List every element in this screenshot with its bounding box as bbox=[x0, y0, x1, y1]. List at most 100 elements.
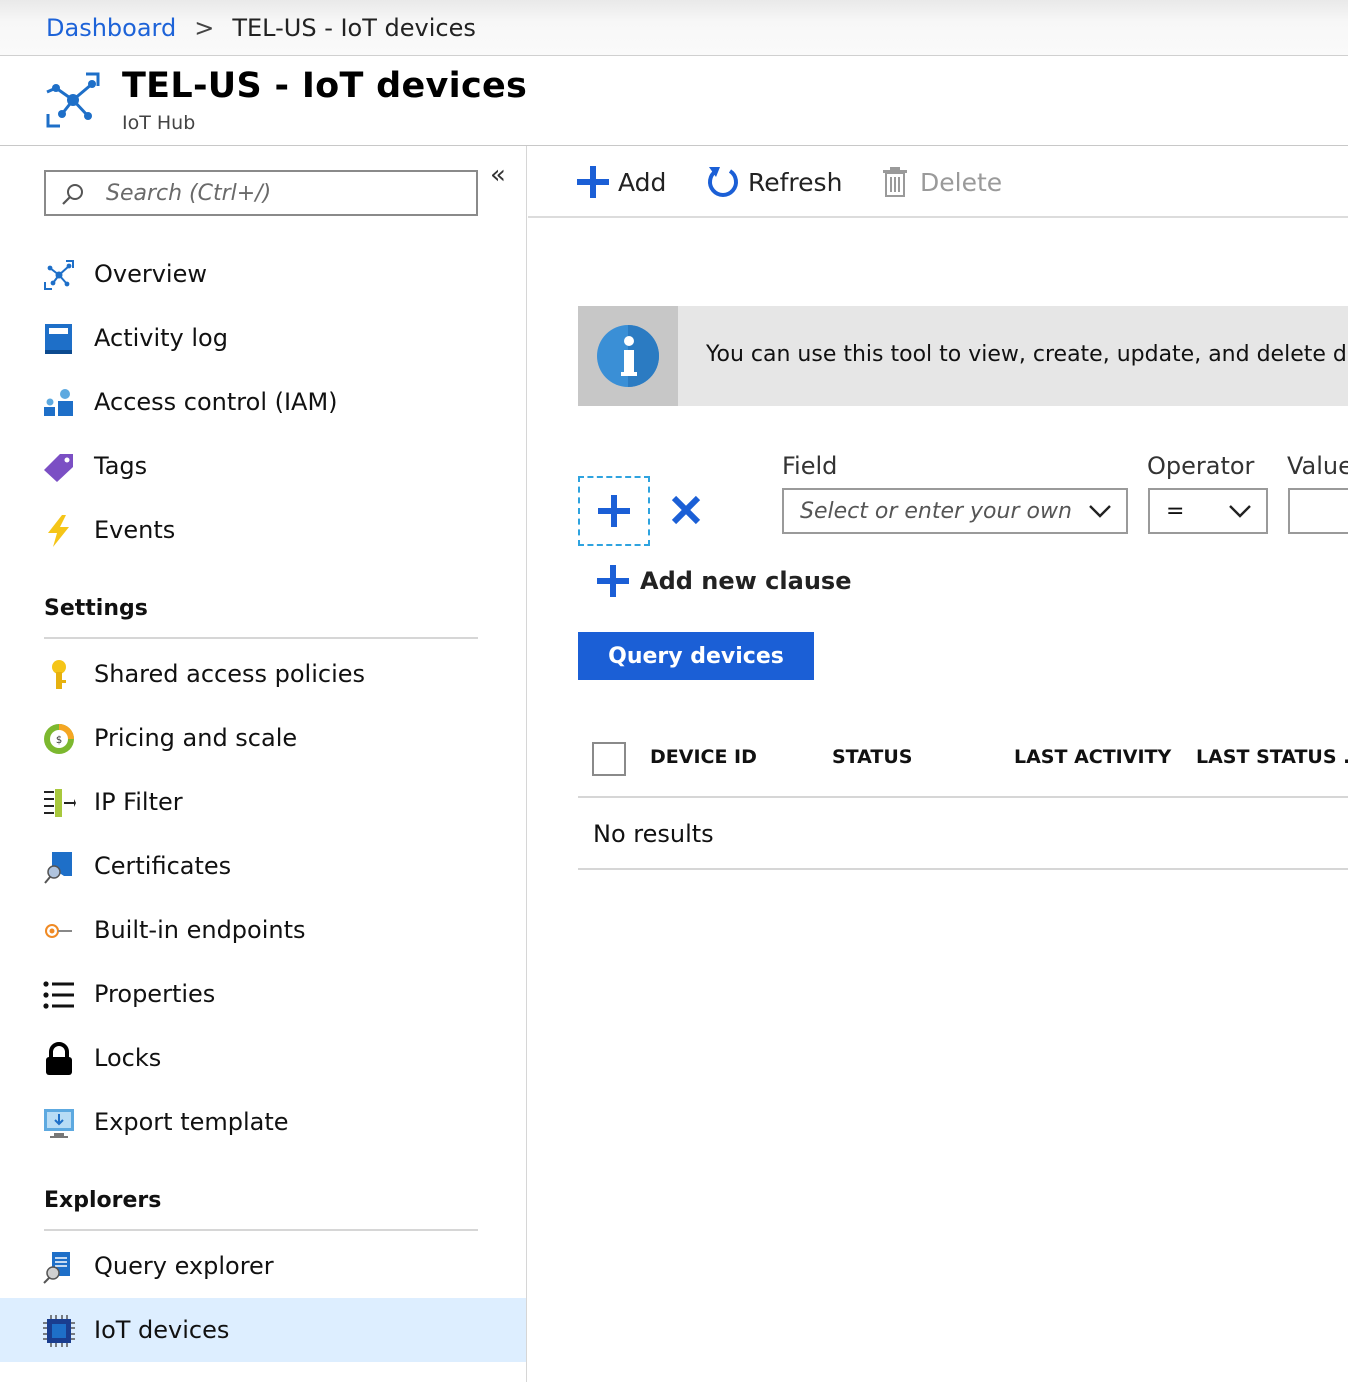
main-content: Add Refresh Delete You can use this tool… bbox=[528, 146, 1348, 1382]
add-new-clause-label: Add new clause bbox=[640, 567, 852, 595]
value-label: Value bbox=[1287, 452, 1348, 480]
chip-icon bbox=[43, 1315, 75, 1347]
delete-button-label: Delete bbox=[920, 167, 1003, 197]
certificate-icon bbox=[44, 852, 72, 884]
operator-select-value: = bbox=[1166, 498, 1185, 524]
field-label: Field bbox=[782, 452, 838, 480]
sidebar-item-query-explorer[interactable]: Query explorer bbox=[0, 1234, 526, 1298]
pricing-icon: $ bbox=[44, 724, 74, 754]
add-new-clause-button[interactable]: Add new clause bbox=[596, 564, 851, 598]
lightning-icon bbox=[48, 515, 69, 547]
sidebar-item-label: Access control (IAM) bbox=[94, 388, 338, 416]
add-button[interactable]: Add bbox=[576, 162, 666, 202]
sidebar-item-pricing-and-scale[interactable]: $ Pricing and scale bbox=[0, 706, 526, 770]
sidebar-item-label: Properties bbox=[94, 980, 216, 1008]
plus-icon bbox=[577, 166, 609, 198]
trash-icon bbox=[883, 167, 907, 197]
search-input[interactable] bbox=[46, 172, 476, 214]
operator-label: Operator bbox=[1147, 452, 1255, 480]
sidebar-item-label: Overview bbox=[94, 260, 207, 288]
sidebar-item-iot-devices[interactable]: IoT devices bbox=[0, 1298, 526, 1362]
sidebar-item-built-in-endpoints[interactable]: Built-in endpoints bbox=[0, 898, 526, 962]
sidebar-item-shared-access-policies[interactable]: Shared access policies bbox=[0, 642, 526, 706]
search-icon bbox=[62, 184, 83, 205]
info-banner-icon-panel bbox=[578, 306, 678, 406]
delete-button[interactable]: Delete bbox=[878, 162, 1002, 202]
sidebar-item-label: Pricing and scale bbox=[94, 724, 298, 752]
sidebar-item-certificates[interactable]: Certificates bbox=[0, 834, 526, 898]
breadcrumb-current: TEL-US - IoT devices bbox=[232, 13, 476, 42]
no-results-text: No results bbox=[593, 820, 714, 848]
refresh-button-label: Refresh bbox=[748, 167, 843, 197]
hub-icon bbox=[44, 260, 74, 290]
sidebar-item-ip-filter[interactable]: IP Filter bbox=[0, 770, 526, 834]
chevron-down-icon bbox=[1089, 505, 1111, 518]
breadcrumb-dashboard-link[interactable]: Dashboard bbox=[46, 14, 176, 42]
sidebar-item-export-template[interactable]: Export template bbox=[0, 1090, 526, 1154]
sidebar-item-access-control[interactable]: Access control (IAM) bbox=[0, 370, 526, 434]
sidebar-item-label: Locks bbox=[94, 1044, 162, 1072]
export-icon bbox=[44, 1109, 74, 1138]
list-icon bbox=[43, 981, 74, 1009]
lock-icon bbox=[46, 1042, 72, 1075]
select-all-checkbox[interactable] bbox=[592, 742, 626, 776]
iot-hub-icon bbox=[46, 72, 100, 128]
settings-divider bbox=[44, 637, 478, 639]
table-row: No results bbox=[578, 798, 1348, 870]
sidebar-item-label: Certificates bbox=[94, 852, 232, 880]
query-explorer-icon bbox=[43, 1252, 70, 1284]
sidebar-item-label: IoT devices bbox=[94, 1316, 230, 1344]
plus-icon bbox=[598, 495, 630, 527]
ip-filter-icon bbox=[44, 789, 76, 817]
add-button-label: Add bbox=[618, 167, 667, 197]
sidebar-item-events[interactable]: Events bbox=[0, 498, 526, 562]
column-header-status[interactable]: STATUS bbox=[832, 746, 912, 768]
sidebar-item-label: Shared access policies bbox=[94, 660, 366, 688]
explorers-section-title: Explorers bbox=[44, 1188, 162, 1213]
page-subtitle: IoT Hub bbox=[122, 112, 196, 134]
plus-icon bbox=[597, 565, 629, 597]
svg-text:$: $ bbox=[56, 735, 62, 746]
key-icon bbox=[52, 660, 66, 689]
search-box bbox=[44, 170, 478, 216]
endpoint-icon bbox=[45, 924, 72, 938]
sidebar: « Overview Activity log bbox=[0, 146, 527, 1382]
page-title: TEL-US - IoT devices bbox=[122, 66, 528, 106]
column-header-last-activity[interactable]: LAST ACTIVITY bbox=[1014, 746, 1171, 768]
info-banner-text: You can use this tool to view, create, u… bbox=[706, 342, 1348, 367]
sidebar-item-overview[interactable]: Overview bbox=[0, 242, 526, 306]
add-clause-row-button[interactable] bbox=[578, 476, 650, 546]
breadcrumb: Dashboard > TEL-US - IoT devices bbox=[0, 0, 1348, 56]
breadcrumb-separator: > bbox=[194, 13, 215, 42]
info-icon bbox=[597, 325, 659, 387]
sidebar-item-label: IP Filter bbox=[94, 788, 183, 816]
toolbar: Add Refresh Delete bbox=[528, 146, 1348, 218]
sidebar-item-activity-log[interactable]: Activity log bbox=[0, 306, 526, 370]
settings-section-title: Settings bbox=[44, 596, 148, 621]
sidebar-item-label: Built-in endpoints bbox=[94, 916, 306, 944]
sidebar-item-locks[interactable]: Locks bbox=[0, 1026, 526, 1090]
field-select-value: Select or enter your own bbox=[800, 498, 1072, 524]
explorers-divider bbox=[44, 1229, 478, 1231]
refresh-icon bbox=[708, 167, 738, 197]
refresh-button[interactable]: Refresh bbox=[706, 162, 842, 202]
sidebar-item-properties[interactable]: Properties bbox=[0, 962, 526, 1026]
sidebar-item-tags[interactable]: Tags bbox=[0, 434, 526, 498]
remove-clause-icon[interactable] bbox=[666, 490, 706, 530]
collapse-sidebar-button[interactable]: « bbox=[490, 160, 506, 190]
sidebar-item-label: Events bbox=[94, 516, 176, 544]
column-header-last-status[interactable]: LAST STATUS ... bbox=[1196, 746, 1348, 768]
operator-select[interactable]: = bbox=[1148, 488, 1268, 534]
field-select[interactable]: Select or enter your own bbox=[782, 488, 1128, 534]
sidebar-item-label: Query explorer bbox=[94, 1252, 274, 1280]
blade-header: TEL-US - IoT devices IoT Hub bbox=[0, 56, 1348, 146]
book-icon bbox=[45, 324, 72, 354]
info-banner: You can use this tool to view, create, u… bbox=[578, 306, 1348, 406]
query-devices-button[interactable]: Query devices bbox=[578, 632, 814, 680]
tag-icon bbox=[44, 454, 73, 482]
sidebar-item-label: Export template bbox=[94, 1108, 289, 1136]
column-header-device-id[interactable]: DEVICE ID bbox=[650, 746, 757, 768]
devices-table: DEVICE ID STATUS LAST ACTIVITY LAST STAT… bbox=[578, 724, 1348, 870]
table-header: DEVICE ID STATUS LAST ACTIVITY LAST STAT… bbox=[578, 724, 1348, 798]
value-input[interactable] bbox=[1288, 488, 1348, 534]
